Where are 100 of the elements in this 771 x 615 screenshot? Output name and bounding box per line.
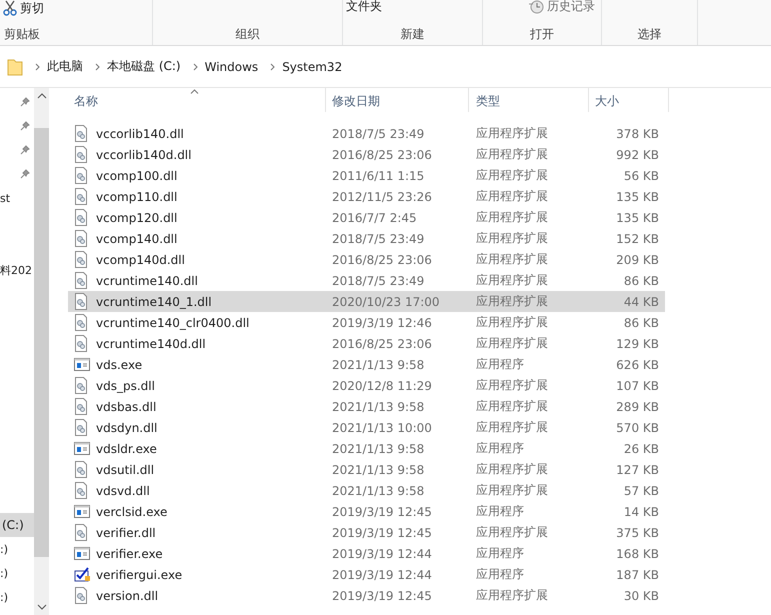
address-bar[interactable]: 此电脑 本地磁盘 (C:) Windows System32 [0, 46, 771, 88]
breadcrumb-item[interactable]: 此电脑 [47, 58, 83, 75]
nav-item[interactable]: 料202 [0, 262, 32, 278]
type-cell-text: 应用程序扩展 [475, 398, 549, 415]
scroll-thumb[interactable] [34, 128, 49, 557]
date-cell-text: 2016/8/25 23:06 [331, 148, 433, 162]
type-cell-text: 应用程序扩展 [475, 188, 549, 205]
chevron-icon [94, 62, 102, 72]
size-cell-text: 86 KB [622, 274, 660, 288]
document-icon [74, 209, 90, 226]
file-name: vcruntime140_1.dll [96, 294, 212, 308]
scroll-down-icon [36, 603, 46, 611]
file-row[interactable]: vds.exe 2021/1/13 9:58 应用程序 626 KB [68, 354, 665, 375]
type-cell-text: 应用程序扩展 [475, 272, 549, 289]
file-row[interactable]: vdsbas.dll 2021/1/13 9:58 应用程序扩展 289 KB [68, 396, 665, 417]
file-row[interactable]: vdsdyn.dll 2021/1/13 10:00 应用程序扩展 570 KB [68, 417, 665, 438]
file-name: vdsvd.dll [96, 484, 150, 498]
chevron-icon [34, 62, 42, 72]
file-row[interactable]: vdsldr.exe 2021/1/13 9:58 应用程序 26 KB [68, 438, 665, 459]
nav-item[interactable]: :) [0, 590, 8, 604]
size-cell-text: 127 KB [615, 462, 660, 476]
breadcrumb-item[interactable]: System32 [282, 60, 342, 74]
size-cell-text: 30 KB [622, 588, 660, 602]
size-cell-text: 992 KB [615, 148, 660, 162]
type-cell-text: 应用程序扩展 [475, 209, 549, 226]
type-cell-text: 应用程序扩展 [475, 335, 549, 352]
file-row[interactable]: vcruntime140.dll 2018/7/5 23:49 应用程序扩展 86 KB [68, 270, 665, 291]
file-row[interactable]: verifier.exe 2019/3/19 12:44 应用程序 168 KB [68, 543, 665, 564]
date-cell-text: 2018/7/5 23:49 [331, 232, 426, 246]
column-header[interactable]: 类型 [469, 88, 589, 112]
scissors-icon [3, 0, 17, 16]
size-cell-text: 86 KB [622, 316, 660, 330]
file-name: vds.exe [96, 358, 142, 372]
file-name: vdsldr.exe [96, 442, 157, 456]
file-row[interactable]: vcomp100.dll 2011/6/11 1:15 应用程序扩展 56 KB [68, 165, 665, 186]
window-icon [74, 503, 90, 520]
file-row[interactable]: vdsutil.dll 2021/1/13 9:58 应用程序扩展 127 KB [68, 459, 665, 480]
file-name: vccorlib140.dll [96, 126, 184, 140]
nav-item[interactable]: (C:) [0, 513, 34, 537]
column-header[interactable]: 大小 [589, 88, 669, 112]
file-row[interactable]: verifier.dll 2019/3/19 12:45 应用程序扩展 375 KB [68, 522, 665, 543]
file-row[interactable]: vccorlib140.dll 2018/7/5 23:49 应用程序扩展 378 KB [68, 123, 665, 144]
date-cell-text: 2018/7/5 23:49 [331, 274, 426, 288]
file-row[interactable]: verclsid.exe 2019/3/19 12:45 应用程序 14 KB [68, 501, 665, 522]
nav-item[interactable]: :) [0, 566, 8, 580]
document-icon [74, 125, 90, 142]
selected-row[interactable]: vcruntime140_1.dll 2020/10/23 17:00 应用程序扩展 44 KB [68, 291, 665, 312]
ribbon-item-label[interactable]: 文件夹 [346, 0, 382, 14]
column-header[interactable]: 修改日期 [326, 88, 469, 112]
file-row[interactable]: vccorlib140d.dll 2016/8/25 23:06 应用程序扩展 992 KB [68, 144, 665, 165]
file-name: vcomp140.dll [96, 232, 178, 246]
file-row[interactable]: vds_ps.dll 2020/12/8 11:29 应用程序扩展 107 KB [68, 375, 665, 396]
type-cell-text: 应用程序扩展 [475, 125, 549, 142]
document-icon [74, 398, 90, 415]
date-cell-text: 2021/1/13 9:58 [331, 442, 426, 456]
document-icon [74, 251, 90, 268]
type-cell-text: 应用程序扩展 [475, 419, 549, 436]
file-row[interactable]: vcomp110.dll 2012/11/5 23:26 应用程序扩展 135 KB [68, 186, 665, 207]
scrollbar[interactable] [34, 88, 49, 615]
file-row[interactable]: verifiergui.exe 2019/3/19 12:44 应用程序 187 KB [68, 564, 665, 585]
file-row[interactable]: vcomp140d.dll 2016/8/25 23:06 应用程序扩展 209 KB [68, 249, 665, 270]
type-cell-text: 应用程序扩展 [475, 482, 549, 499]
size-cell-text: 135 KB [615, 210, 660, 224]
breadcrumb-item[interactable]: 本地磁盘 (C:) [107, 58, 181, 75]
document-icon [74, 293, 90, 310]
type-cell-text: 应用程序 [475, 503, 525, 520]
size-cell-text: 14 KB [622, 504, 660, 518]
size-cell-text: 152 KB [615, 232, 660, 246]
document-icon [74, 335, 90, 352]
size-cell-text: 135 KB [615, 190, 660, 204]
checkmark-icon [74, 566, 90, 583]
size-cell-text: 57 KB [622, 484, 660, 498]
file-row[interactable]: vcomp120.dll 2016/7/7 2:45 应用程序扩展 135 KB [68, 207, 665, 228]
date-cell-text: 2020/12/8 11:29 [331, 378, 433, 392]
nav-item[interactable]: :) [0, 542, 8, 556]
type-cell-text: 应用程序 [475, 545, 525, 562]
size-cell-text: 187 KB [615, 568, 660, 582]
document-icon [74, 167, 90, 184]
ribbon-item-label[interactable]: 历史记录 [547, 0, 595, 14]
scroll-up-icon [36, 92, 46, 100]
ribbon-item-label[interactable]: 剪切 [20, 0, 44, 16]
file-row[interactable]: vcruntime140_clr0400.dll 2019/3/19 12:46 应用程序扩展 86 KB [68, 312, 665, 333]
file-row[interactable]: vcruntime140d.dll 2016/8/25 23:06 应用程序扩展 129 KB [68, 333, 665, 354]
column-header[interactable]: 名称 [68, 88, 326, 112]
file-row[interactable]: version.dll 2019/3/19 12:45 应用程序扩展 30 KB [68, 585, 665, 606]
type-cell-text: 应用程序扩展 [475, 377, 549, 394]
size-cell-text: 289 KB [615, 400, 660, 414]
breadcrumb-item[interactable]: Windows [204, 60, 258, 74]
file-row[interactable]: vcomp140.dll 2018/7/5 23:49 应用程序扩展 152 KB [68, 228, 665, 249]
date-cell-text: 2011/6/11 1:15 [331, 168, 426, 182]
date-cell-text: 2019/3/19 12:44 [331, 546, 433, 560]
date-cell-text: 2016/7/7 2:45 [331, 210, 418, 224]
file-name: vcomp110.dll [96, 190, 178, 204]
file-row[interactable]: vdsvd.dll 2021/1/13 9:58 应用程序扩展 57 KB [68, 480, 665, 501]
file-name: vcruntime140.dll [96, 274, 198, 288]
document-icon [74, 587, 90, 604]
date-cell-text: 2018/7/5 23:49 [331, 126, 426, 140]
size-cell-text: 56 KB [622, 168, 660, 182]
nav-item[interactable]: st [0, 192, 10, 204]
type-cell-text: 应用程序扩展 [475, 461, 549, 478]
